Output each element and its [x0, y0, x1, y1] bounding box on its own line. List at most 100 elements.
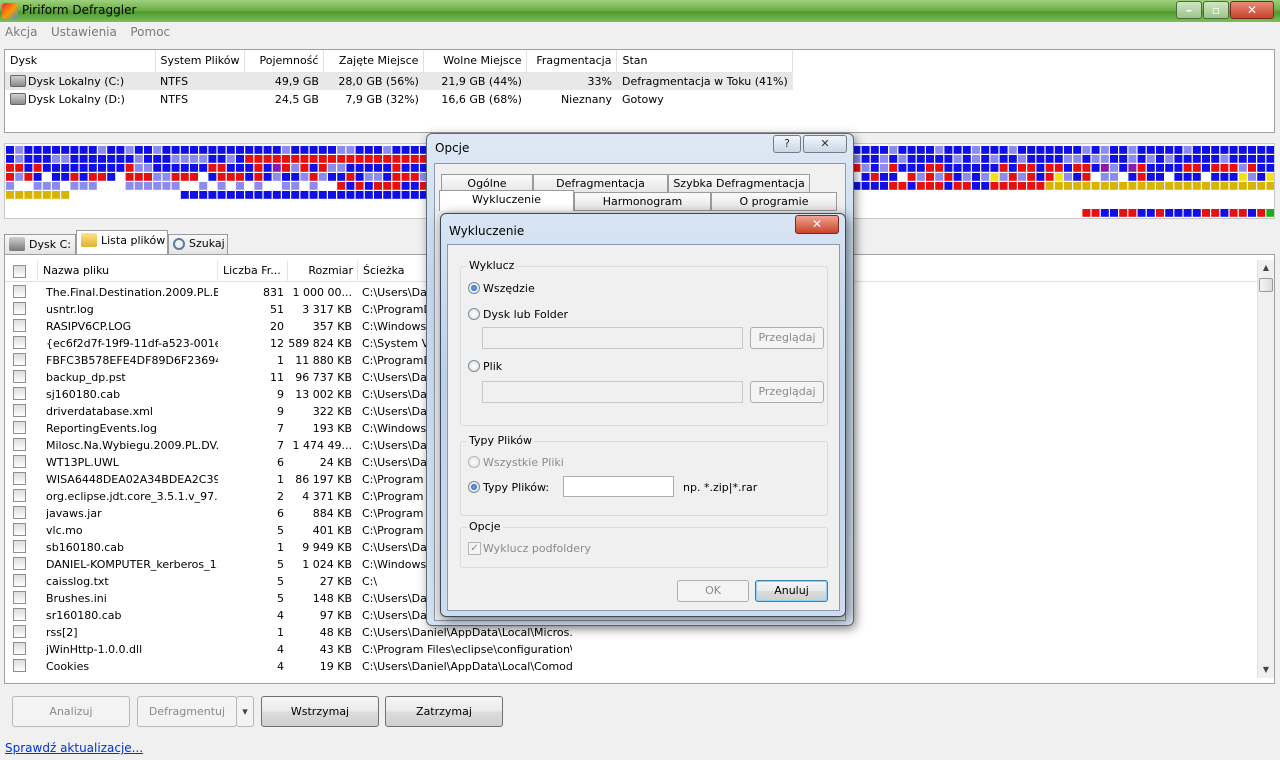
drive-row-d[interactable]: Dysk Lokalny (D:) NTFS 24,5 GB 7,9 GB (3…: [5, 90, 793, 108]
tab-lista-plikow[interactable]: Lista plików: [76, 230, 168, 255]
cluster-block: [1266, 155, 1274, 163]
col-system-plikow[interactable]: System Plików: [155, 50, 246, 73]
file-name: jWinHttp-1.0.0.dll: [46, 643, 143, 656]
cluster-block: [6, 173, 14, 181]
row-checkbox[interactable]: [13, 489, 26, 502]
col-zajete-miejsce[interactable]: Zajęte Miejsce: [323, 50, 425, 73]
close-window-button[interactable]: ✕: [1230, 1, 1274, 19]
col-nazwa-pliku[interactable]: Nazwa pliku: [38, 260, 218, 282]
cluster-block: [1100, 209, 1109, 217]
col-pojemnosc[interactable]: Pojemność: [244, 50, 325, 73]
folder-path-field[interactable]: [482, 327, 743, 349]
cluster-block: [1110, 182, 1118, 190]
radio-disk-or-folder[interactable]: [468, 308, 480, 320]
cluster-block: [1119, 155, 1128, 163]
col-rozmiar[interactable]: Rozmiar: [288, 260, 358, 282]
stop-button[interactable]: Zatrzymaj: [385, 696, 503, 727]
cluster-block: [401, 173, 410, 181]
cluster-block: [870, 182, 879, 190]
scroll-up-arrow[interactable]: ▲: [1258, 260, 1274, 276]
menu-akcja[interactable]: Akcja: [0, 22, 42, 42]
maximize-button[interactable]: ▫: [1203, 1, 1229, 19]
minimize-button[interactable]: –: [1176, 1, 1202, 19]
row-checkbox[interactable]: [13, 523, 26, 536]
tab-o-programie[interactable]: O programie: [711, 192, 837, 211]
drive-row-c[interactable]: Dysk Lokalny (C:) NTFS 49,9 GB 28,0 GB (…: [5, 72, 793, 90]
ok-button[interactable]: OK: [677, 580, 749, 602]
browse-folder-button[interactable]: Przeglądaj: [750, 327, 824, 349]
radio-all-files[interactable]: [468, 456, 480, 468]
row-checkbox[interactable]: [13, 574, 26, 587]
row-checkbox[interactable]: [13, 285, 26, 298]
exclude-subfolders-checkbox[interactable]: ✓: [468, 542, 481, 555]
file-path-field[interactable]: [482, 381, 743, 403]
col-liczba-fragmentow[interactable]: Liczba Fr...: [218, 260, 288, 282]
table-row[interactable]: Cookies 4 19 KB C:\Users\Daniel\AppData\Loc…: [5, 658, 1257, 675]
row-checkbox[interactable]: [13, 404, 26, 417]
file-list-scrollbar[interactable]: ▲ ▼: [1257, 260, 1274, 678]
table-row[interactable]: rss[2] 1 48 KB C:\Users\Daniel\AppData\Loca…: [5, 624, 1257, 641]
col-dysk[interactable]: Dysk: [5, 50, 156, 73]
radio-file-types[interactable]: [468, 481, 480, 493]
col-stan[interactable]: Stan: [616, 50, 794, 73]
defrag-dropdown-button[interactable]: ▾: [236, 696, 254, 727]
cluster-block: [1137, 209, 1146, 217]
scroll-thumb[interactable]: [1259, 278, 1273, 292]
table-row[interactable]: jWinHttp-1.0.0.dll 4 43 KB C:\Program Files…: [5, 641, 1257, 658]
cluster-block: [972, 182, 980, 190]
drive-name: Dysk Lokalny (C:): [28, 74, 125, 88]
row-checkbox-cell: [13, 318, 33, 335]
pause-button[interactable]: Wstrzymaj: [261, 696, 379, 727]
row-checkbox[interactable]: [13, 387, 26, 400]
options-close-button[interactable]: ✕: [803, 135, 847, 153]
help-button[interactable]: ?: [773, 135, 801, 153]
row-checkbox[interactable]: [13, 608, 26, 621]
tab-szybka-defragmentacja[interactable]: Szybka Defragmentacja: [668, 174, 810, 193]
cancel-button[interactable]: Anuluj: [755, 580, 828, 602]
cluster-block: [125, 173, 134, 181]
file-name: sr160180.cab: [46, 609, 122, 622]
cluster-block: [907, 182, 916, 190]
radio-file[interactable]: [468, 360, 480, 372]
cluster-block: [272, 155, 281, 163]
browse-file-button[interactable]: Przeglądaj: [750, 381, 824, 403]
tab-harmonogram[interactable]: Harmonogram: [574, 192, 711, 211]
radio-everywhere[interactable]: [468, 282, 480, 294]
cluster-block: [392, 146, 401, 154]
defrag-button[interactable]: Defragmentuj: [137, 696, 237, 727]
analyze-button[interactable]: Analizuj: [12, 696, 130, 727]
file-name: {ec6f2d7f-19f9-11df-a523-001e...: [46, 337, 218, 350]
row-checkbox[interactable]: [13, 642, 26, 655]
cluster-block: [1229, 209, 1238, 217]
row-checkbox[interactable]: [13, 625, 26, 638]
exclude-close-button[interactable]: ✕: [795, 215, 839, 234]
tab-dysk-c[interactable]: Dysk C:: [4, 234, 76, 254]
col-fragmentacja[interactable]: Fragmentacja: [526, 50, 618, 73]
file-size: 1 024 KB: [302, 558, 352, 571]
row-checkbox[interactable]: [13, 353, 26, 366]
row-checkbox[interactable]: [13, 472, 26, 485]
tab-szukaj[interactable]: Szukaj: [168, 234, 228, 254]
row-checkbox[interactable]: [13, 370, 26, 383]
cluster-block: [1183, 164, 1192, 172]
row-checkbox[interactable]: [13, 659, 26, 672]
file-types-input[interactable]: [563, 476, 674, 497]
row-checkbox[interactable]: [13, 540, 26, 553]
row-checkbox[interactable]: [13, 557, 26, 570]
cluster-block: [162, 164, 171, 172]
row-checkbox[interactable]: [13, 319, 26, 332]
row-checkbox[interactable]: [13, 302, 26, 315]
menu-ustawienia[interactable]: Ustawienia: [46, 22, 122, 42]
row-checkbox[interactable]: [13, 336, 26, 349]
row-checkbox[interactable]: [13, 506, 26, 519]
col-wolne-miejsce[interactable]: Wolne Miejsce: [423, 50, 528, 73]
select-all-checkbox[interactable]: [13, 265, 26, 278]
menu-pomoc[interactable]: Pomoc: [125, 22, 175, 42]
row-checkbox[interactable]: [13, 438, 26, 451]
scroll-down-arrow[interactable]: ▼: [1258, 662, 1274, 678]
row-checkbox[interactable]: [13, 421, 26, 434]
tab-wykluczenie[interactable]: Wykluczenie: [439, 190, 574, 211]
check-updates-link[interactable]: Sprawdź aktualizacje...: [5, 741, 143, 755]
row-checkbox[interactable]: [13, 455, 26, 468]
row-checkbox[interactable]: [13, 591, 26, 604]
